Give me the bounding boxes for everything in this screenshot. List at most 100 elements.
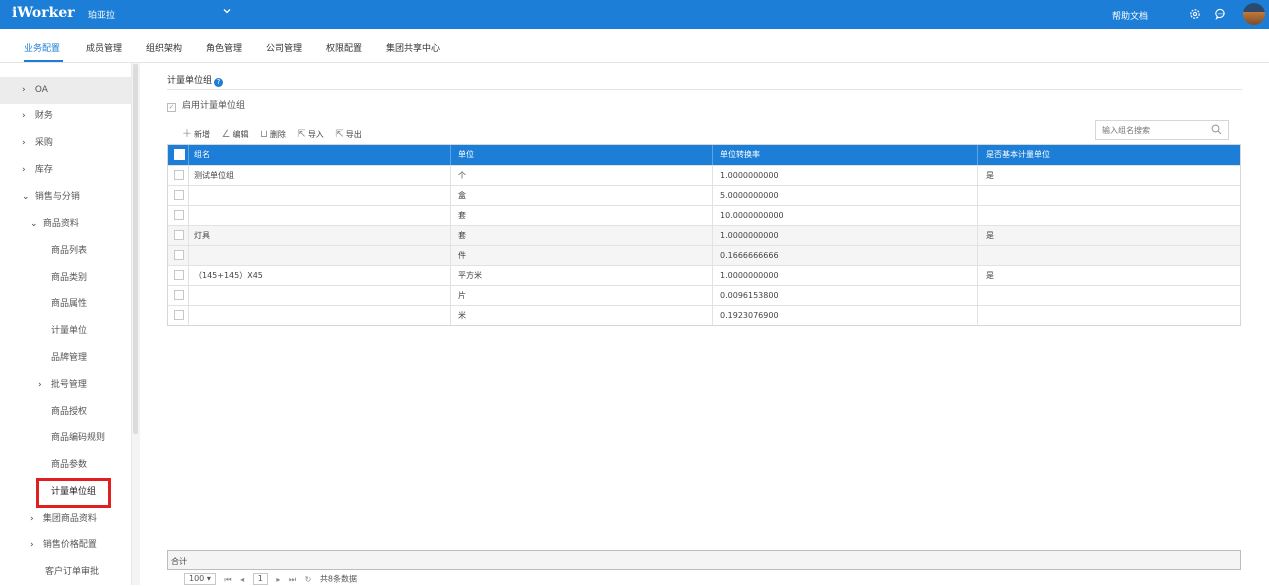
nav-item-companies[interactable]: 公司管理 [266, 41, 302, 54]
chevron-right-icon: › [22, 111, 26, 121]
record-count: 共8条数据 [319, 574, 357, 584]
sidebar-item-batch[interactable]: › 批号管理 [0, 372, 87, 399]
table-row[interactable]: 灯具 套 1.0000000000 是 [168, 225, 1240, 245]
prev-page-icon[interactable]: ◂ [240, 575, 244, 584]
cell-rate: 0.1923076900 [720, 311, 779, 320]
row-checkbox[interactable] [174, 250, 184, 260]
sidebar-item-inventory[interactable]: › 库存 [0, 157, 53, 184]
chevron-right-icon: › [30, 514, 34, 524]
sidebar-item-label: 批号管理 [50, 380, 87, 390]
table-row[interactable]: 盒 5.0000000000 [168, 185, 1240, 205]
nav-item-business-config[interactable]: 业务配置 [24, 41, 60, 54]
row-checkbox[interactable] [174, 190, 184, 200]
search-box [1095, 120, 1229, 140]
cell-base: 是 [986, 231, 994, 240]
row-checkbox[interactable] [174, 310, 184, 320]
cell-unit: 套 [458, 211, 466, 220]
sidebar-item-price-config[interactable]: › 销售价格配置 [0, 532, 97, 559]
nav-active-indicator [24, 60, 63, 62]
sidebar-item-product-attributes[interactable]: 商品属性 [51, 291, 87, 318]
import-label: 导入 [307, 130, 324, 139]
sidebar-item-oa[interactable]: › OA [0, 77, 131, 104]
sidebar-item-code-rules[interactable]: 商品编码规则 [51, 425, 105, 452]
sidebar-item-product-list[interactable]: 商品列表 [51, 238, 87, 265]
summary-row: 合计 [167, 550, 1241, 570]
nav-item-permissions[interactable]: 权限配置 [326, 41, 362, 54]
nav-item-org-structure[interactable]: 组织架构 [146, 41, 182, 54]
highlight-box [36, 478, 111, 508]
row-checkbox[interactable] [174, 210, 184, 220]
sidebar-item-order-approval[interactable]: 客户订单审批 [45, 559, 99, 586]
add-button[interactable]: ＋新增 [182, 125, 210, 140]
col-header-base[interactable]: 是否基本计量单位 [986, 145, 1050, 165]
edit-label: 编辑 [232, 130, 249, 139]
sidebar-item-sales[interactable]: ⌄ 销售与分销 [0, 184, 80, 211]
import-icon: ⇱ [297, 129, 306, 140]
export-button[interactable]: ⇱ 导出 [335, 129, 361, 140]
gear-icon[interactable] [1188, 7, 1202, 21]
total-label: 合计 [171, 557, 187, 566]
nav-item-roles[interactable]: 角色管理 [206, 41, 242, 54]
cell-unit: 件 [458, 251, 466, 260]
page-title: 计量单位组? [167, 73, 224, 87]
avatar[interactable] [1243, 3, 1265, 25]
cell-unit: 个 [458, 171, 466, 180]
brand-logo[interactable]: iWorker [12, 5, 75, 21]
sidebar-item-product-data[interactable]: ⌄ 商品资料 [0, 211, 79, 238]
help-docs-link[interactable]: 帮助文档 [1112, 9, 1148, 22]
search-icon[interactable] [1211, 124, 1222, 138]
delete-button[interactable]: ⊔ 删除 [260, 129, 286, 140]
nav-item-members[interactable]: 成员管理 [86, 41, 122, 54]
col-header-unit[interactable]: 单位 [458, 145, 474, 165]
sidebar-item-purchase[interactable]: › 采购 [0, 130, 53, 157]
sidebar-item-product-category[interactable]: 商品类别 [51, 265, 87, 292]
refresh-icon[interactable]: ↻ [305, 575, 312, 584]
chevron-down-icon: ⌄ [30, 219, 38, 229]
row-checkbox[interactable] [174, 230, 184, 240]
chevron-down-icon[interactable] [222, 6, 232, 19]
cell-group: 灯具 [194, 231, 210, 240]
enable-unit-group-checkbox[interactable]: ✓ 启用计量单位组 [167, 98, 245, 112]
page-size-select[interactable]: 100 ▾ [184, 573, 216, 585]
table-row[interactable]: 套 10.0000000000 [168, 205, 1240, 225]
edit-button[interactable]: ∠ 编辑 [222, 129, 249, 140]
table-row[interactable]: （145+145）X45 平方米 1.0000000000 是 [168, 265, 1240, 285]
sidebar-item-product-params[interactable]: 商品参数 [51, 452, 87, 479]
org-name[interactable]: 珀亚拉 [88, 8, 115, 21]
toolbar: ＋新增 ∠ 编辑 ⊔ 删除 ⇱ 导入 ⇱ 导出 [182, 125, 371, 140]
page-number-input[interactable]: 1 [252, 573, 268, 585]
sidebar-item-product-auth[interactable]: 商品授权 [51, 399, 87, 426]
sidebar-item-group-product[interactable]: › 集团商品资料 [0, 506, 97, 533]
first-page-icon[interactable]: ⏮ [224, 575, 231, 585]
sidebar-item-brands[interactable]: 品牌管理 [51, 345, 87, 372]
sidebar-scrollbar-thumb[interactable] [133, 64, 138, 434]
table-row[interactable]: 测试单位组 个 1.0000000000 是 [168, 165, 1240, 185]
add-label: 新增 [194, 130, 210, 139]
nav-item-group-share[interactable]: 集团共享中心 [386, 41, 440, 54]
page-title-text: 计量单位组 [167, 76, 213, 86]
table-row[interactable]: 件 0.1666666666 [168, 245, 1240, 265]
plus-icon: ＋ [182, 129, 192, 140]
last-page-icon[interactable]: ⏭ [289, 575, 296, 585]
cell-group: 测试单位组 [194, 171, 234, 180]
row-checkbox[interactable] [174, 290, 184, 300]
next-page-icon[interactable]: ▸ [276, 575, 280, 584]
col-header-rate[interactable]: 单位转换率 [720, 145, 760, 165]
import-button[interactable]: ⇱ 导入 [297, 129, 323, 140]
cell-rate: 1.0000000000 [720, 171, 779, 180]
sidebar-item-units[interactable]: 计量单位 [51, 318, 87, 345]
sidebar-item-finance[interactable]: › 财务 [0, 103, 53, 130]
row-checkbox[interactable] [174, 270, 184, 280]
sidebar-item-label: OA [34, 85, 48, 95]
checkbox-icon[interactable]: ✓ [167, 103, 176, 112]
cell-unit: 套 [458, 231, 466, 240]
table-row[interactable]: 片 0.0096153800 [168, 285, 1240, 305]
row-checkbox[interactable] [174, 170, 184, 180]
table-row[interactable]: 米 0.1923076900 [168, 305, 1240, 325]
help-icon[interactable]: ? [214, 78, 224, 87]
chat-icon[interactable] [1214, 7, 1228, 21]
select-all-checkbox[interactable] [174, 149, 185, 160]
pencil-icon: ∠ [221, 129, 231, 140]
search-input[interactable] [1102, 121, 1212, 139]
col-header-group[interactable]: 组名 [194, 145, 210, 165]
